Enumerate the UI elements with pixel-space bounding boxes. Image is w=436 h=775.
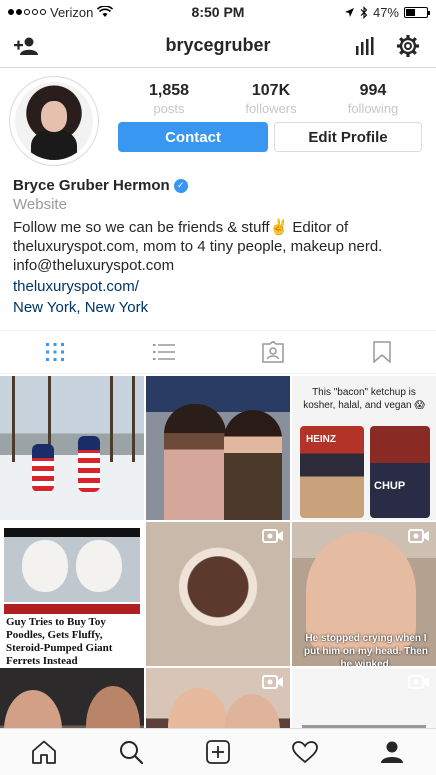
profile-summary: 1,858 posts 107K followers 994 following…	[0, 72, 436, 172]
bio-line: Follow me so we can be friends & stuff✌️…	[13, 219, 349, 236]
verified-badge-icon: ✓	[173, 178, 188, 193]
news-strip	[4, 604, 140, 614]
post-thumbnail[interactable]	[0, 376, 144, 520]
battery-percent: 47%	[372, 4, 399, 20]
location-arrow-icon	[344, 7, 354, 17]
product-label: CHUP	[374, 480, 406, 492]
profile-icon	[381, 741, 404, 763]
profile-view-tabs	[0, 330, 436, 374]
stat-value: 994	[359, 82, 387, 99]
tab-search[interactable]	[87, 729, 174, 775]
bluetooth-icon	[360, 5, 368, 19]
post-thumbnail[interactable]	[0, 668, 144, 728]
battery-icon	[404, 6, 430, 18]
tab-new-post[interactable]	[174, 729, 261, 775]
wifi-icon	[97, 6, 114, 17]
stat-posts[interactable]: 1,858 posts	[119, 82, 219, 116]
video-camera-icon	[408, 675, 429, 689]
saved-icon	[372, 341, 391, 363]
posts-grid: This "bacon" ketchup is kosher, halal, a…	[0, 376, 436, 728]
tab-list[interactable]	[109, 331, 218, 373]
status-left: Verizon	[8, 5, 218, 20]
insights-icon[interactable]	[352, 34, 378, 58]
website-link[interactable]: theluxuryspot.com/	[13, 277, 425, 296]
video-camera-icon	[408, 529, 429, 543]
avatar[interactable]	[9, 76, 99, 166]
post-caption: Guy Tries to Buy Toy Poodles, Gets Fluff…	[6, 616, 113, 666]
tagged-icon	[261, 341, 284, 363]
grid-icon	[45, 343, 64, 361]
post-thumbnail[interactable]	[146, 522, 290, 666]
bottom-tab-bar	[0, 728, 436, 775]
stat-value: 1,858	[148, 82, 190, 99]
tab-saved[interactable]	[327, 331, 436, 373]
bio-email: info@theluxuryspot.com	[13, 257, 175, 274]
settings-gear-icon[interactable]	[395, 34, 421, 58]
video-camera-icon	[262, 529, 283, 543]
post-thumbnail[interactable]	[292, 668, 436, 728]
tab-grid[interactable]	[0, 331, 109, 373]
contact-button[interactable]: Contact	[118, 122, 268, 152]
profile-header: brycegruber	[0, 24, 436, 68]
product-label: HEINZ	[306, 434, 336, 445]
tab-activity[interactable]	[262, 729, 349, 775]
location-link[interactable]: New York, New York	[13, 298, 425, 317]
video-camera-icon	[262, 675, 283, 689]
stat-followers[interactable]: 107K followers	[221, 82, 321, 116]
tab-tagged[interactable]	[218, 331, 327, 373]
activity-heart-icon	[292, 741, 319, 763]
post-thumbnail[interactable]: He stopped crying when I put him on my h…	[292, 522, 436, 666]
stat-label: posts	[153, 101, 185, 116]
tab-profile[interactable]	[349, 729, 436, 775]
stat-label: following	[347, 101, 399, 116]
stat-following[interactable]: 994 following	[323, 82, 423, 116]
profile-name-row: Bryce Gruber Hermon ✓	[13, 176, 425, 195]
profile-category: Website	[13, 196, 67, 213]
list-icon	[152, 344, 175, 360]
post-thumbnail[interactable]	[146, 376, 290, 520]
profile-full-name: Bryce Gruber Hermon	[13, 177, 170, 194]
edit-profile-button[interactable]: Edit Profile	[274, 122, 422, 152]
post-caption: This "bacon" ketchup is kosher, halal, a…	[303, 387, 425, 411]
signal-strength-icon	[8, 9, 46, 15]
avatar-photo	[15, 82, 93, 160]
post-thumbnail[interactable]: Guy Tries to Buy Toy Poodles, Gets Fluff…	[0, 522, 144, 666]
post-thumbnail[interactable]	[146, 668, 290, 728]
tab-home[interactable]	[0, 729, 87, 775]
carrier-name: Verizon	[50, 4, 94, 20]
status-right: 47%	[218, 4, 430, 20]
profile-stats: 1,858 posts 107K followers 994 following	[118, 82, 424, 116]
stat-label: followers	[245, 101, 297, 116]
bio-line: theluxuryspot.com, mom to 4 tiny people,…	[13, 238, 383, 255]
home-icon	[31, 740, 56, 764]
battery-level	[406, 8, 416, 16]
profile-bio: Bryce Gruber Hermon ✓ Website Follow me …	[13, 176, 425, 317]
search-icon	[119, 741, 143, 764]
stat-value: 107K	[251, 82, 291, 99]
post-thumbnail[interactable]: This "bacon" ketchup is kosher, halal, a…	[292, 376, 436, 520]
new-post-icon	[206, 740, 230, 764]
status-bar: Verizon 8:50 PM 47%	[0, 0, 436, 24]
post-caption: He stopped crying when I put him on my h…	[304, 633, 428, 666]
